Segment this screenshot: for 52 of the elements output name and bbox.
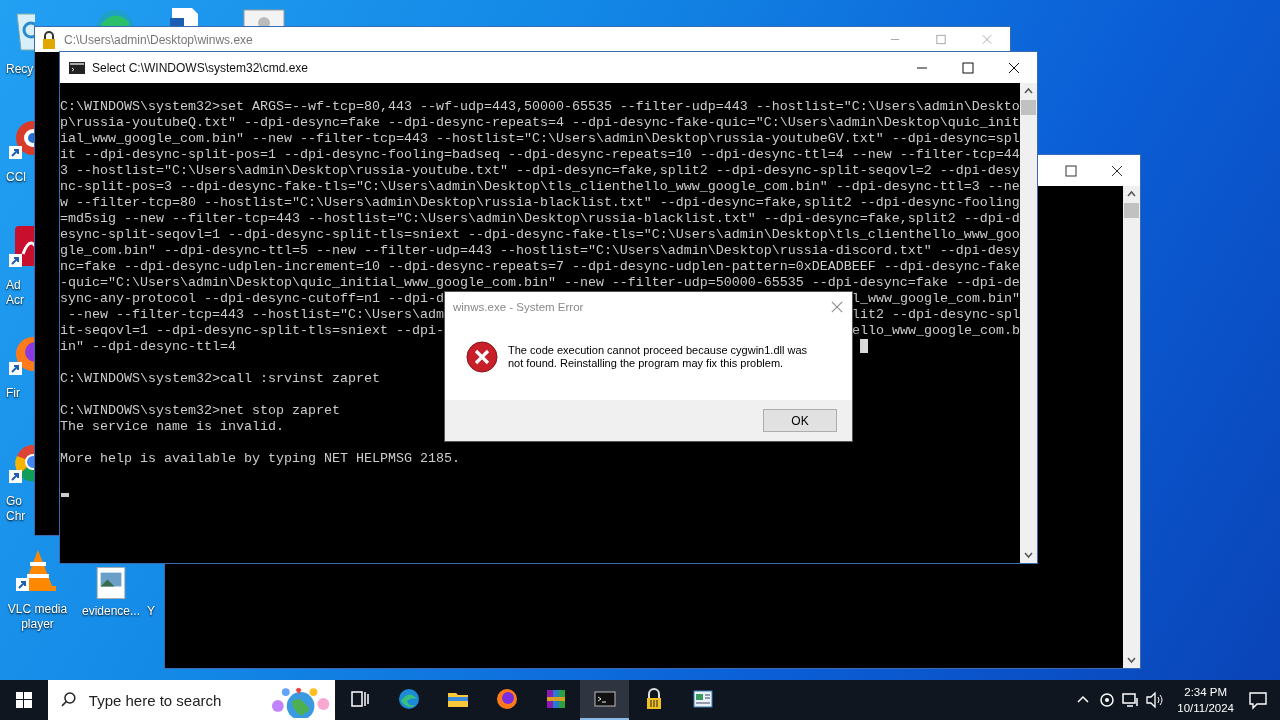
search-field[interactable]: Type here to search: [86, 690, 266, 710]
console-line: nc-split-pos=3 --dpi-desync-fake-tls="C:\Users\admin\Desktop\tls_clienthello_www_google_com.bin" --dpi-desync-ttl=3 --ne: [60, 179, 1020, 195]
console-icon: [69, 60, 85, 75]
clock[interactable]: 2:34 PM 10/11/2024: [1177, 684, 1234, 716]
close-button[interactable]: [831, 301, 843, 313]
console-line: C:\WINDOWS\system32>net stop zapret: [60, 403, 340, 419]
console-line: gle_com.bin" --dpi-desync-ttl=5 --new --filter-udp=443 --hostlist="C:\Users\admin\Desktop\russia-discord.txt" --dpi-desy: [60, 243, 1020, 259]
ok-button[interactable]: OK: [763, 409, 837, 432]
console-line: sync-any-protocol --dpi-desync-cutoff=n1 --dpi-d: [60, 291, 444, 307]
console-line: esync-split-seqovl=1 --dpi-desync-split-tls=sniext --dpi-desync-fake-tls="C:\Users\admin\Desktop\tls_clienthello_www_goo: [60, 227, 1020, 243]
desktop-icon-label[interactable]: VLC media player: [7, 602, 68, 632]
console-line: w --filter-tcp=80 --hostlist="C:\Users\admin\Desktop\russia-blacklist.txt" --dpi-desync=fake,split2 --dpi-desync-fooling: [60, 195, 1020, 211]
desktop-icon-label[interactable]: Y: [147, 604, 155, 619]
desktop-icon-label[interactable]: CCl: [0, 170, 26, 185]
padlock-icon: [41, 30, 57, 49]
desktop-icon-label[interactable]: Go Chr: [0, 494, 26, 524]
window-title: C:\Users\admin\Desktop\winws.exe: [64, 32, 253, 47]
console-line: lit2 --dpi-desync-spl: [852, 307, 1020, 323]
window-title: Select C:\WINDOWS\system32\cmd.exe: [92, 60, 309, 75]
text-cursor: [61, 493, 69, 497]
scrollbar[interactable]: [1123, 186, 1140, 668]
console-line: in" --dpi-desync-ttl=4: [60, 339, 236, 355]
cmd-taskbar-icon[interactable]: [580, 680, 629, 720]
console-line: The service name is invalid.: [60, 419, 284, 435]
acrobat-icon[interactable]: [9, 224, 35, 268]
console-line: =md5sig --new --filter-tcp=443 --hostlist="C:\Users\admin\Desktop\russia-blacklist.txt" --dpi-desync=fake,split2 --dpi-d: [60, 211, 1020, 227]
desktop-icon-label[interactable]: Ad Acr: [0, 278, 24, 308]
console-line: ial_www_google_com.bin" --new --filter-tcp=443 --hostlist="C:\Users\admin\Desktop\russia-youtubeGV.txt" --dpi-desync=spl: [60, 131, 1020, 147]
console-line: p\russia-youtubeQ.txt" --dpi-desync=fake --dpi-desync-repeats=4 --dpi-desync-fake-quic="C:\Users\admin\Desktop\quic_init: [60, 115, 1020, 131]
search-icon: [60, 691, 78, 709]
console-line: l_www_google_com.bin": [852, 291, 1020, 307]
error-icon: [466, 341, 498, 373]
scrollbar[interactable]: [1020, 83, 1037, 563]
console-line: C:\WINDOWS\system32>set ARGS=--wf-tcp=80,443 --wf-udp=443,50000-65535 --filter-udp=443 --hostlist="C:\Users\admin\Deskto: [60, 99, 1020, 115]
console-line: More help is available by typing NET HELPMSG 2185.: [60, 451, 460, 467]
scroll-thumb[interactable]: [1124, 203, 1139, 218]
console-line: nc=fake --dpi-desync-udplen-increment=10 --dpi-desync-repeats=7 --dpi-desync-udplen-pattern=0xDEADBEEF --dpi-desync-fake: [60, 259, 1020, 275]
dialog-title: winws.exe - System Error: [453, 301, 585, 313]
console-line: C:\WINDOWS\system32>call :srvinst zapret: [60, 371, 380, 387]
search-bar[interactable]: Type here to search: [48, 680, 335, 720]
desktop-icon-label[interactable]: Fir: [0, 386, 20, 401]
text-cursor: [860, 339, 868, 353]
error-message: The code execution cannot proceed because cygwin1.dll was not found. Reinstalling the program may fix this problem.: [508, 344, 809, 370]
scroll-thumb[interactable]: [1021, 100, 1036, 115]
desktop-icon-label[interactable]: Recy: [0, 62, 34, 77]
console-line: -quic="C:\Users\admin\Desktop\quic_initial_www_google_com.bin" --new --filter-udp=50000-65535 --dpi-desync=fake --dpi-de: [60, 275, 1020, 291]
console-line: 3 --hostlist="C:\Users\admin\Desktop\russia-youtube.txt" --dpi-desync=fake,split2 --dpi-desync-split-seqovl=2 --dpi-desy: [60, 163, 1020, 179]
console-line: it-seqovl=1 --dpi-desync-split-tls=sniext --dpi-: [60, 323, 444, 339]
desktop-icon-label[interactable]: evidence...: [81, 604, 140, 619]
console-line: --new --filter-tcp=443 --hostlist="C:\Users\adm: [67, 307, 444, 323]
console-line: it --dpi-desync-split-pos=1 --dpi-desync-fooling=badseq --dpi-desync-repeats=10 --dpi-desync-ttl=4 --new --filter-tcp=44: [60, 147, 1020, 163]
console-line: ello_www_google_com.b: [852, 323, 1020, 339]
